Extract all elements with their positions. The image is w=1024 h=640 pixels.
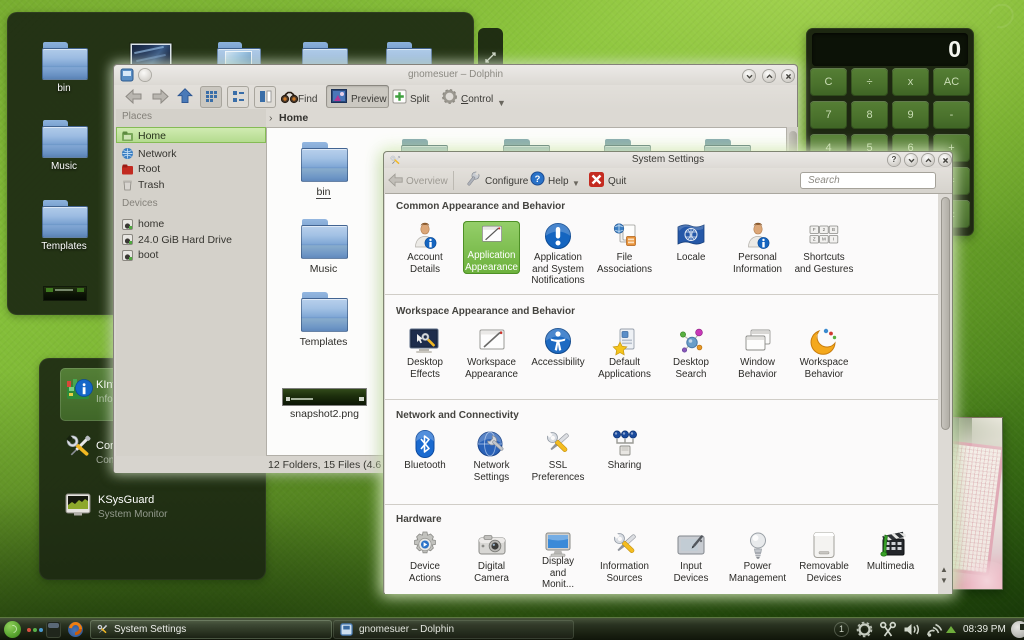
svg-text:?: ? bbox=[535, 174, 541, 184]
svg-text:Z: Z bbox=[813, 237, 816, 242]
svg-text:B: B bbox=[832, 227, 835, 232]
svg-text:F: F bbox=[813, 227, 816, 232]
svg-text:I: I bbox=[833, 237, 834, 242]
svg-text:M: M bbox=[822, 237, 826, 242]
